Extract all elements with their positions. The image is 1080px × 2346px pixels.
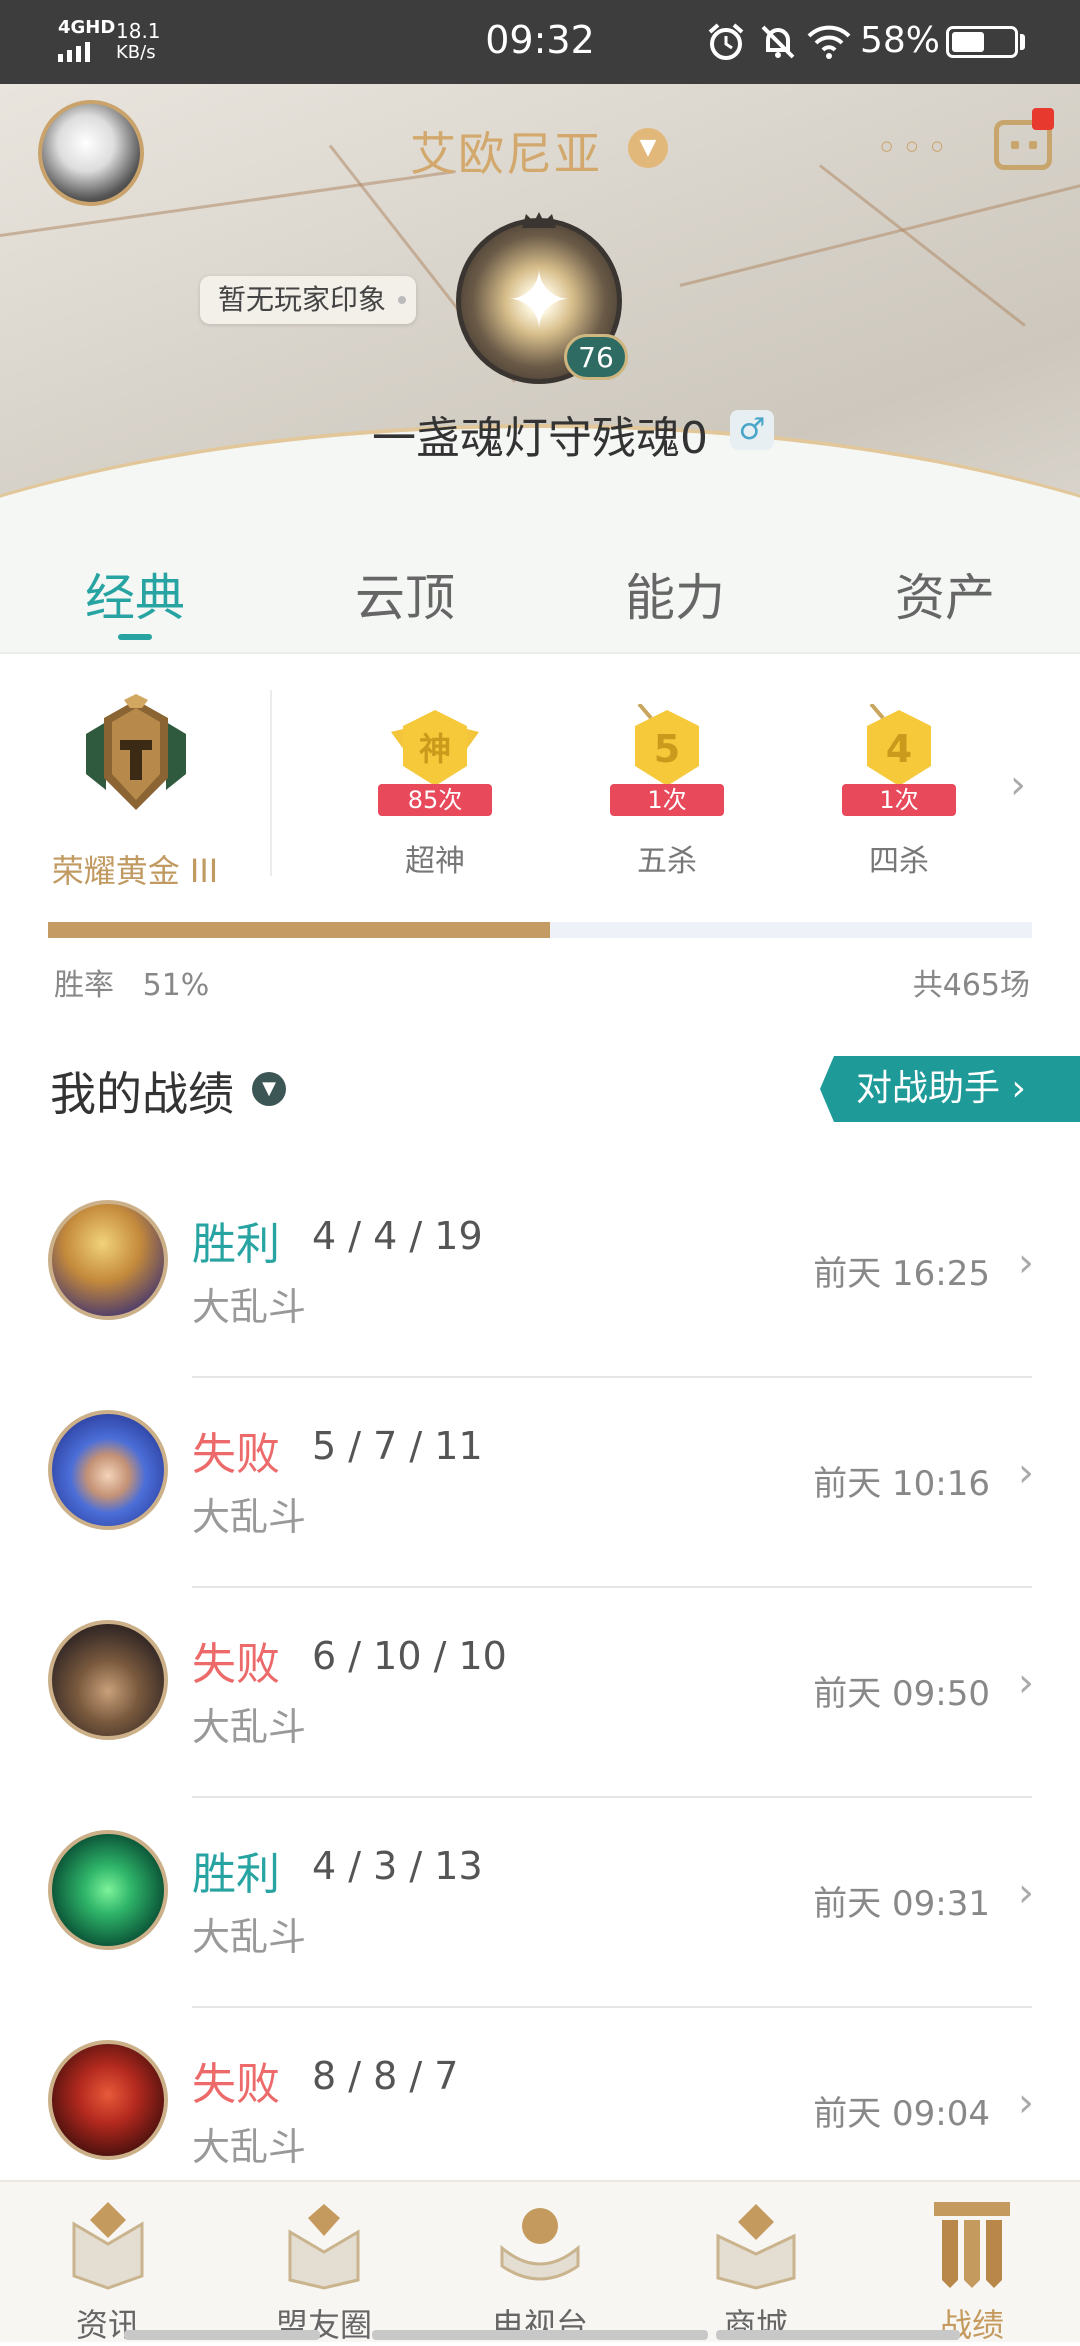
divider — [270, 690, 272, 876]
hero-avatar — [48, 1620, 168, 1740]
nav-friends-circle[interactable]: 盟友圈 — [216, 2190, 432, 2344]
total-games: 共465场 — [912, 968, 1030, 1003]
battery-tip — [1020, 34, 1025, 50]
chevron-right-icon: › — [1018, 1660, 1034, 1706]
match-kda: 8 / 8 / 7 — [312, 2054, 459, 2098]
match-time: 前天 16:25 — [813, 1254, 990, 1294]
tab-ability[interactable]: 能力 — [540, 558, 810, 630]
profile-tabs: 经典 云顶 能力 资产 — [0, 544, 1080, 654]
match-result: 胜利 — [192, 1849, 280, 1900]
match-time: 前天 09:31 — [813, 1884, 990, 1924]
winrate-value: 51% — [142, 968, 210, 1003]
gesture-bar — [372, 2330, 708, 2340]
chevron-down-icon[interactable]: ▼ — [252, 1072, 286, 1106]
wifi-icon — [807, 25, 851, 59]
match-row[interactable]: 失败 5 / 7 / 11 大乱斗 前天 10:16 › — [0, 1378, 1080, 1588]
tv-icon — [500, 2208, 580, 2281]
nav-records[interactable]: 战绩 — [864, 2190, 1080, 2344]
winrate-bar-fill — [48, 922, 550, 938]
winrate: 胜率 51% — [54, 960, 209, 1004]
achievement-label: 超神 — [405, 844, 465, 879]
impression-tag[interactable]: 暂无玩家印象 — [200, 276, 417, 324]
section-title[interactable]: 我的战绩 — [50, 1058, 234, 1124]
rank-name[interactable]: 荣耀黄金 III — [0, 846, 270, 892]
friends-circle-icon — [288, 2204, 360, 2290]
hero-avatar — [48, 1200, 168, 1320]
achievement-legendary[interactable]: 神 85次 超神 — [370, 696, 500, 886]
account-avatar[interactable] — [38, 100, 144, 206]
match-mode: 大乱斗 — [192, 2125, 307, 2169]
match-row[interactable]: 胜利 4 / 4 / 19 大乱斗 前天 16:25 › — [0, 1168, 1080, 1378]
match-kda: 4 / 3 / 13 — [312, 1844, 483, 1888]
match-kda: 6 / 10 / 10 — [312, 1634, 507, 1678]
player-name-text: 一盏魂灯守残魂0 — [372, 413, 708, 464]
hero-avatar — [48, 1410, 168, 1530]
nav-news[interactable]: 资讯 — [0, 2190, 216, 2344]
battery-icon — [946, 26, 1018, 58]
achievement-label: 五杀 — [637, 844, 697, 879]
bottom-nav: 资讯 盟友圈 电视台 商城 战绩 — [0, 2180, 1080, 2344]
match-row[interactable]: 失败 6 / 10 / 10 大乱斗 前天 09:50 › — [0, 1588, 1080, 1798]
battle-helper-label: 对战助手 — [856, 1068, 1001, 1109]
tab-assets[interactable]: 资产 — [810, 558, 1080, 630]
match-mode: 大乱斗 — [192, 1915, 307, 1959]
server-name[interactable]: 艾欧尼亚 — [410, 118, 602, 184]
battle-helper-button[interactable]: 对战助手 › — [820, 1056, 1080, 1122]
achievement-count: 85次 — [378, 784, 492, 816]
achievement-pentakill[interactable]: 5 1次 五杀 — [602, 696, 732, 886]
more-options-icon[interactable]: ◦◦◦ — [876, 128, 952, 169]
match-result: 失败 — [192, 2059, 280, 2110]
notification-badge — [1032, 108, 1054, 130]
rank-emblem-icon[interactable] — [76, 694, 196, 816]
match-time: 前天 09:04 — [813, 2094, 990, 2134]
nav-shop[interactable]: 商城 — [648, 2190, 864, 2344]
crown-icon — [522, 212, 556, 228]
match-result: 失败 — [192, 1639, 280, 1690]
nav-tv[interactable]: 电视台 — [432, 2190, 648, 2344]
achievement-count: 1次 — [842, 784, 956, 816]
status-bar: 4GHD 18.1 KB/s 09:32 58% — [0, 0, 1080, 84]
gender-male-icon: ♂ — [730, 410, 774, 450]
chevron-down-icon[interactable]: ▼ — [628, 128, 668, 168]
achievement-count: 1次 — [610, 784, 724, 816]
gesture-bar — [716, 2330, 960, 2340]
match-result: 胜利 — [192, 1219, 280, 1270]
hero-avatar — [48, 2040, 168, 2160]
pentakill-badge-text: 5 — [654, 727, 680, 771]
tab-tft[interactable]: 云顶 — [270, 558, 540, 630]
match-mode: 大乱斗 — [192, 1705, 307, 1749]
winrate-bar — [48, 922, 1032, 938]
match-mode: 大乱斗 — [192, 1495, 307, 1539]
match-kda: 5 / 7 / 11 — [312, 1424, 483, 1468]
match-kda: 4 / 4 / 19 — [312, 1214, 483, 1258]
quadrakill-badge-text: 4 — [886, 727, 912, 771]
match-time: 前天 09:50 — [813, 1674, 990, 1714]
chevron-right-icon: › — [1018, 1450, 1034, 1496]
bell-muted-icon — [761, 25, 795, 59]
divider — [0, 652, 1080, 654]
match-time: 前天 10:16 — [813, 1464, 990, 1504]
match-result: 失败 — [192, 1429, 280, 1480]
match-row[interactable]: 胜利 4 / 3 / 13 大乱斗 前天 09:31 › — [0, 1798, 1080, 2008]
hero-avatar — [48, 1830, 168, 1950]
tab-classic[interactable]: 经典 — [0, 558, 270, 630]
chevron-right-icon: › — [1018, 1240, 1034, 1286]
winrate-label: 胜率 — [54, 968, 114, 1003]
legendary-badge-text: 神 — [419, 730, 451, 768]
gesture-bar — [124, 2330, 320, 2340]
chevron-right-icon: › — [1018, 1870, 1034, 1916]
player-name: 一盏魂灯守残魂0 — [0, 402, 1080, 466]
chevron-right-icon[interactable]: › — [1010, 762, 1026, 808]
records-icon — [934, 2202, 1010, 2288]
alarm-icon — [708, 23, 744, 60]
tab-indicator — [118, 634, 152, 640]
battery-percent: 58% — [860, 20, 941, 61]
match-mode: 大乱斗 — [192, 1285, 307, 1329]
level-badge: 76 — [564, 334, 628, 380]
shop-icon — [716, 2204, 796, 2290]
news-icon — [72, 2202, 144, 2290]
achievement-label: 四杀 — [869, 844, 929, 879]
chevron-right-icon: › — [1018, 2080, 1034, 2126]
achievement-quadrakill[interactable]: 4 1次 四杀 — [834, 696, 964, 886]
